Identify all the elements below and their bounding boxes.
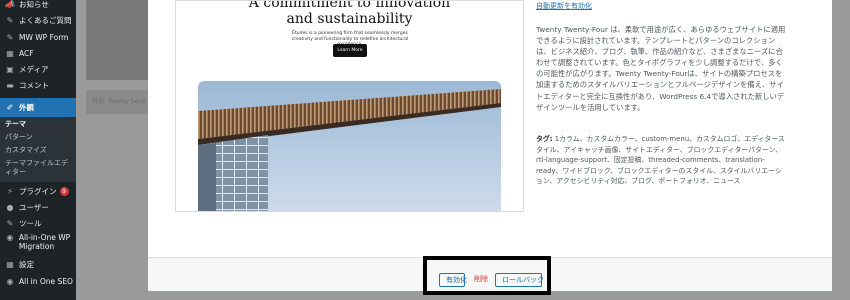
acf-icon: ▦	[6, 48, 14, 58]
submenu-item-themes[interactable]: テーマ	[5, 120, 26, 129]
media-icon: ▣	[6, 64, 14, 74]
theme-tags: タグ: 1カラム、カスタムカラー、custom-menu、カスタムロゴ、エディタ…	[536, 134, 788, 187]
sidebar-item-label: お知らせ	[19, 0, 49, 9]
update-count-badge: 9	[59, 186, 69, 196]
theme-description: Twenty Twenty-Four は、柔軟で用途が広く、あらゆるウェブサイト…	[536, 25, 786, 112]
background-theme-name: 有効: Twenty Seve	[86, 90, 150, 114]
pin-icon: ✎	[6, 15, 14, 25]
aioseo-icon: ◉	[6, 276, 14, 286]
appearance-submenu: テーマ パターン カスタマイズ テーマファイルエディター	[0, 117, 76, 182]
sidebar-item-label: ユーザー	[19, 202, 49, 212]
preview-headline: A commitment to innovation and sustainab…	[176, 1, 523, 27]
sidebar-item-label: All in One SEO	[19, 276, 73, 286]
activate-button[interactable]: 有効化	[439, 273, 467, 287]
sidebar-item-faq[interactable]: ✎ よくあるご質問	[0, 12, 76, 28]
plugin-icon: ⚡	[7, 186, 13, 196]
sidebar-item-users[interactable]: ● ユーザー	[0, 199, 76, 215]
theme-tags-list: 1カラム、カスタムカラー、custom-menu、カスタムロゴ、エディタースタイ…	[536, 135, 785, 186]
admin-sidebar: 📣 お知らせ ✎ よくあるご質問 ✎ MW WP Form ▦ ACF ▣ メデ…	[0, 0, 76, 300]
sidebar-item-mw-wp-form[interactable]: ✎ MW WP Form	[0, 29, 76, 45]
sidebar-item-label: コメント	[19, 80, 49, 90]
sidebar-item-media[interactable]: ▣ メディア	[0, 61, 76, 77]
delete-link[interactable]: 削除	[473, 273, 489, 287]
settings-icon: ▦	[6, 259, 14, 269]
sidebar-item-label: 設定	[19, 259, 34, 269]
submenu-item-patterns[interactable]: パターン	[5, 133, 33, 142]
sidebar-item-tools[interactable]: ✎ ツール	[0, 215, 76, 231]
sidebar-item-comments[interactable]: ▬ コメント	[0, 77, 76, 93]
submenu-item-customize[interactable]: カスタマイズ	[5, 146, 47, 155]
building-roof-graphic	[198, 89, 501, 211]
tools-icon: ✎	[6, 218, 14, 228]
sidebar-item-label: よくあるご質問	[19, 15, 72, 25]
sidebar-item-label: MW WP Form	[19, 32, 69, 42]
sidebar-item-all-in-one-wp-migration[interactable]: ◉ All-in-One WP Migration	[0, 233, 76, 255]
sidebar-item-label: All-in-One WP Migration	[18, 233, 71, 251]
theme-tags-label: タグ:	[536, 135, 553, 143]
sidebar-item-label: 外観	[19, 103, 34, 112]
preview-headline-line1: A commitment to innovation	[248, 0, 451, 11]
sidebar-item-label: ACF	[19, 48, 34, 58]
users-icon: ●	[6, 202, 14, 212]
appearance-icon: ✐	[6, 103, 14, 112]
comment-icon: ▬	[6, 80, 14, 90]
theme-screenshot: A commitment to innovation and sustainab…	[175, 0, 524, 212]
sidebar-item-appearance[interactable]: ✐ 外観	[0, 98, 76, 117]
pin-icon: ✎	[6, 32, 14, 42]
sidebar-item-label: ツール	[19, 218, 42, 228]
preview-headline-line2: and sustainability	[286, 11, 413, 27]
preview-learn-more-button: Learn More	[333, 44, 367, 57]
enable-auto-update-link[interactable]: 自動更新を有効化	[536, 1, 592, 11]
megaphone-icon: 📣	[5, 0, 15, 9]
rollback-button[interactable]: ロールバック	[495, 273, 544, 287]
sidebar-item-acf[interactable]: ▦ ACF	[0, 45, 76, 61]
preview-architecture-photo	[198, 81, 501, 211]
sidebar-item-settings[interactable]: ▦ 設定	[0, 256, 76, 272]
sidebar-item-label: プラグイン	[19, 186, 57, 196]
background-theme-thumbnail	[86, 0, 150, 80]
submenu-item-theme-file-editor[interactable]: テーマファイルエディター	[5, 159, 73, 177]
sidebar-item-label: メディア	[19, 64, 49, 74]
sidebar-item-plugins[interactable]: ⚡ プラグイン 9	[0, 183, 76, 199]
aioseo-icon: ◉	[6, 233, 14, 242]
sidebar-item-news[interactable]: 📣 お知らせ	[0, 0, 76, 12]
sidebar-item-all-in-one-seo[interactable]: ◉ All in One SEO	[0, 273, 76, 289]
